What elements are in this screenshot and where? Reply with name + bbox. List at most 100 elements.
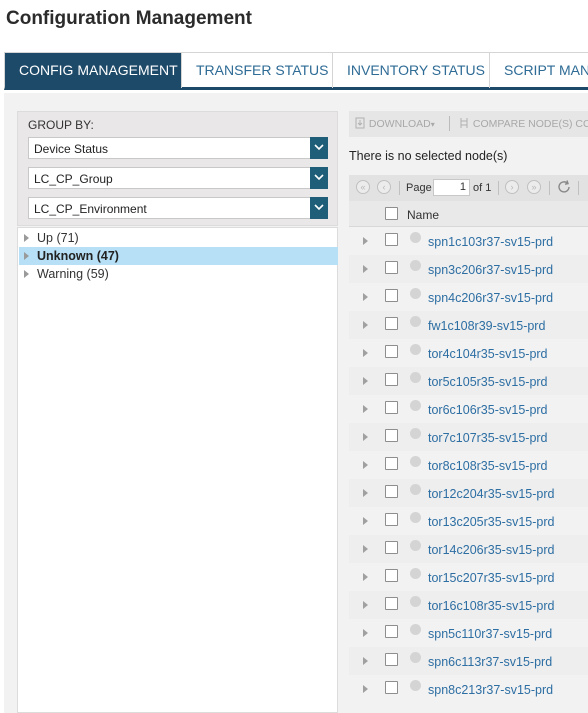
node-name-link[interactable]: spn8c213r37-sv15-prd xyxy=(428,683,553,697)
expand-arrow-icon[interactable] xyxy=(363,349,368,357)
table-row[interactable]: spn1c103r37-sv15-prd xyxy=(349,227,588,255)
tree-item-unknown[interactable]: Unknown (47) xyxy=(19,247,338,265)
tree-item-warning[interactable]: Warning (59) xyxy=(19,265,338,283)
table-row[interactable]: tor12c204r35-sv15-prd xyxy=(349,479,588,507)
row-checkbox[interactable] xyxy=(385,289,398,302)
next-page-icon[interactable]: › xyxy=(505,180,519,194)
pager-divider xyxy=(578,181,579,195)
node-name-link[interactable]: tor16c108r35-sv15-prd xyxy=(428,599,554,613)
status-dot-icon xyxy=(410,316,421,327)
expand-arrow-icon[interactable] xyxy=(363,601,368,609)
node-name-link[interactable]: tor14c206r35-sv15-prd xyxy=(428,543,554,557)
expand-arrow-icon[interactable] xyxy=(24,252,29,260)
row-checkbox[interactable] xyxy=(385,653,398,666)
download-button[interactable]: DOWNLOAD▾ xyxy=(355,117,435,130)
compare-nodes-button[interactable]: COMPARE NODE(S) CO xyxy=(458,117,588,130)
expand-arrow-icon[interactable] xyxy=(363,265,368,273)
node-name-link[interactable]: spn5c110r37-sv15-prd xyxy=(428,627,552,641)
node-name-link[interactable]: spn4c206r37-sv15-prd xyxy=(428,291,553,305)
column-header-name[interactable]: Name xyxy=(407,208,439,222)
expand-arrow-icon[interactable] xyxy=(363,629,368,637)
row-checkbox[interactable] xyxy=(385,233,398,246)
node-name-link[interactable]: tor15c207r35-sv15-prd xyxy=(428,571,554,585)
node-name-link[interactable]: fw1c108r39-sv15-prd xyxy=(428,319,545,333)
row-checkbox[interactable] xyxy=(385,513,398,526)
group-by-select-3[interactable]: LC_CP_Environment xyxy=(28,197,328,219)
table-row[interactable]: spn3c206r37-sv15-prd xyxy=(349,255,588,283)
select-value: LC_CP_Environment xyxy=(34,202,147,216)
table-row[interactable]: tor16c108r35-sv15-prd xyxy=(349,591,588,619)
expand-arrow-icon[interactable] xyxy=(363,461,368,469)
refresh-icon[interactable] xyxy=(556,179,572,200)
expand-arrow-icon[interactable] xyxy=(363,405,368,413)
table-row[interactable]: tor7c107r35-sv15-prd xyxy=(349,423,588,451)
tab-inventory-status[interactable]: INVENTORY STATUS xyxy=(333,53,490,88)
expand-arrow-icon[interactable] xyxy=(24,234,29,242)
node-name-link[interactable]: tor5c105r35-sv15-prd xyxy=(428,375,548,389)
select-value: Device Status xyxy=(34,142,109,156)
expand-arrow-icon[interactable] xyxy=(363,321,368,329)
tab-config-management[interactable]: CONFIG MANAGEMENT xyxy=(5,53,182,88)
node-name-link[interactable]: tor8c108r35-sv15-prd xyxy=(428,459,548,473)
row-checkbox[interactable] xyxy=(385,261,398,274)
node-name-link[interactable]: spn1c103r37-sv15-prd xyxy=(428,235,553,249)
chevron-down-icon[interactable] xyxy=(310,167,328,189)
row-checkbox[interactable] xyxy=(385,457,398,470)
page-number-input[interactable]: 1 xyxy=(433,179,470,196)
row-checkbox[interactable] xyxy=(385,345,398,358)
table-row[interactable]: spn8c213r37-sv15-prd xyxy=(349,675,588,703)
tree-item-up[interactable]: Up (71) xyxy=(19,229,338,247)
page-count: of 1 xyxy=(473,182,492,194)
row-checkbox[interactable] xyxy=(385,429,398,442)
chevron-down-icon[interactable] xyxy=(310,197,328,219)
table-row[interactable]: spn4c206r37-sv15-prd xyxy=(349,283,588,311)
expand-arrow-icon[interactable] xyxy=(363,293,368,301)
expand-arrow-icon[interactable] xyxy=(363,377,368,385)
group-by-select-2[interactable]: LC_CP_Group xyxy=(28,167,328,189)
table-row[interactable]: tor8c108r35-sv15-prd xyxy=(349,451,588,479)
row-checkbox[interactable] xyxy=(385,401,398,414)
table-row[interactable]: fw1c108r39-sv15-prd xyxy=(349,311,588,339)
table-row[interactable]: tor4c104r35-sv15-prd xyxy=(349,339,588,367)
table-row[interactable]: tor14c206r35-sv15-prd xyxy=(349,535,588,563)
chevron-down-icon[interactable] xyxy=(310,137,328,159)
node-name-link[interactable]: spn6c113r37-sv15-prd xyxy=(428,655,552,669)
row-checkbox[interactable] xyxy=(385,597,398,610)
tab-transfer-status[interactable]: TRANSFER STATUS xyxy=(182,53,333,88)
first-page-icon[interactable]: « xyxy=(356,180,370,194)
row-checkbox[interactable] xyxy=(385,317,398,330)
status-dot-icon xyxy=(410,540,421,551)
table-row[interactable]: spn5c110r37-sv15-prd xyxy=(349,619,588,647)
last-page-icon[interactable]: » xyxy=(527,180,541,194)
node-name-link[interactable]: tor4c104r35-sv15-prd xyxy=(428,347,548,361)
expand-arrow-icon[interactable] xyxy=(363,517,368,525)
expand-arrow-icon[interactable] xyxy=(363,685,368,693)
row-checkbox[interactable] xyxy=(385,625,398,638)
expand-arrow-icon[interactable] xyxy=(363,433,368,441)
node-name-link[interactable]: tor13c205r35-sv15-prd xyxy=(428,515,554,529)
expand-arrow-icon[interactable] xyxy=(24,270,29,278)
expand-arrow-icon[interactable] xyxy=(363,237,368,245)
node-name-link[interactable]: tor7c107r35-sv15-prd xyxy=(428,431,548,445)
table-row[interactable]: tor5c105r35-sv15-prd xyxy=(349,367,588,395)
prev-page-icon[interactable]: ‹ xyxy=(377,180,391,194)
expand-arrow-icon[interactable] xyxy=(363,489,368,497)
table-row[interactable]: tor13c205r35-sv15-prd xyxy=(349,507,588,535)
row-checkbox[interactable] xyxy=(385,541,398,554)
table-row[interactable]: tor6c106r35-sv15-prd xyxy=(349,395,588,423)
group-by-select-1[interactable]: Device Status xyxy=(28,137,328,159)
table-row[interactable]: spn6c113r37-sv15-prd xyxy=(349,647,588,675)
tab-script-management[interactable]: SCRIPT MANA xyxy=(490,53,588,88)
row-checkbox[interactable] xyxy=(385,681,398,694)
expand-arrow-icon[interactable] xyxy=(363,573,368,581)
select-all-checkbox[interactable] xyxy=(385,207,398,220)
expand-arrow-icon[interactable] xyxy=(363,657,368,665)
node-name-link[interactable]: spn3c206r37-sv15-prd xyxy=(428,263,553,277)
table-row[interactable]: tor15c207r35-sv15-prd xyxy=(349,563,588,591)
row-checkbox[interactable] xyxy=(385,485,398,498)
row-checkbox[interactable] xyxy=(385,373,398,386)
node-name-link[interactable]: tor12c204r35-sv15-prd xyxy=(428,487,554,501)
row-checkbox[interactable] xyxy=(385,569,398,582)
expand-arrow-icon[interactable] xyxy=(363,545,368,553)
node-name-link[interactable]: tor6c106r35-sv15-prd xyxy=(428,403,548,417)
